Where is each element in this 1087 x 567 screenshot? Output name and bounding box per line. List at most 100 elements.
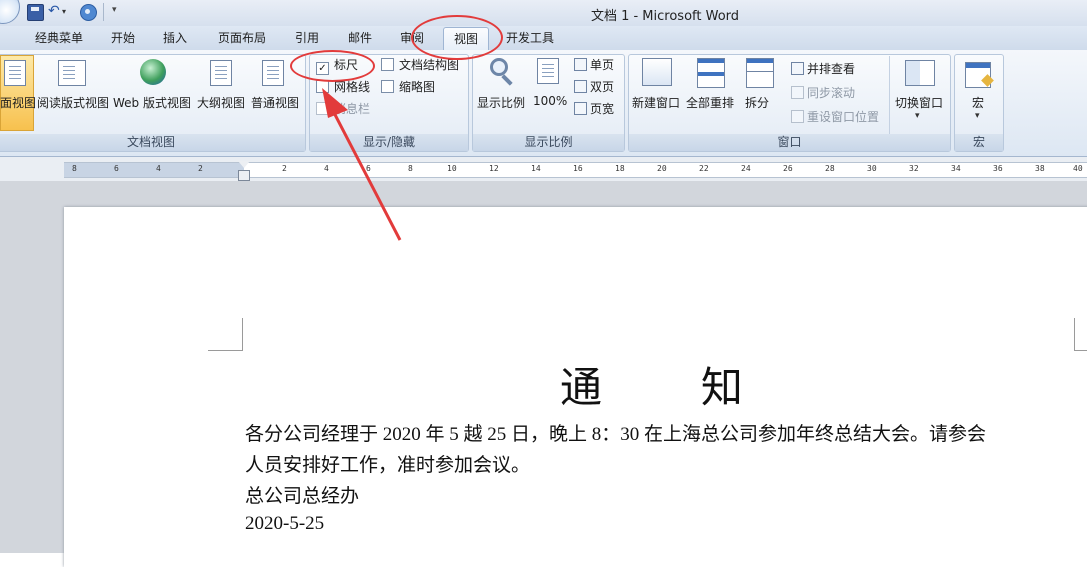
window-title: 文档 1 - Microsoft Word (590, 9, 740, 24)
reset-window-position-label: 重设窗口位置 (807, 110, 880, 124)
page-view-icon (4, 60, 26, 86)
ruler-left-margin (64, 163, 244, 177)
outline-icon (210, 60, 232, 86)
reset-window-position-button: 重设窗口位置 (791, 108, 879, 126)
one-page-label: 单页 (590, 58, 615, 72)
switch-windows-icon (905, 60, 935, 86)
title-char: 通 (560, 363, 603, 412)
arrow-shaft (328, 104, 402, 241)
ruler-tick: 30 (867, 164, 877, 173)
zoom-button[interactable]: 显示比例 (477, 94, 525, 111)
web-layout-icon (140, 59, 166, 85)
document-map-checkbox[interactable] (381, 58, 394, 71)
tab-developer[interactable]: 开发工具 (500, 29, 560, 48)
switch-windows-button[interactable]: 切换窗口 (895, 94, 943, 111)
split-button[interactable]: 拆分 (745, 94, 769, 111)
save-icon[interactable] (27, 4, 44, 21)
annotation-arrow-icon (322, 88, 402, 241)
title-bar: 文档 1 - Microsoft Word (0, 0, 1087, 27)
repeat-icon[interactable] (80, 4, 97, 21)
annotation-circle-view-tab (411, 15, 503, 60)
ruler-tick: 4 (156, 164, 161, 173)
ruler-tick: 28 (825, 164, 835, 173)
ruler-tick: 24 (741, 164, 751, 173)
document-title: 通知 (560, 354, 744, 415)
margin-corner-mark-left (208, 318, 243, 351)
draft-button[interactable]: 普通视图 (251, 94, 299, 111)
page-view-label: 面视图 (0, 96, 37, 110)
view-side-by-side-label: 并排查看 (807, 62, 856, 76)
undo-dropdown-icon[interactable]: ▾ (62, 7, 66, 16)
page-width-icon (574, 102, 587, 115)
view-side-by-side-button[interactable]: 并排查看 (791, 60, 855, 78)
date-text: 2020-5-25 (245, 513, 325, 534)
synchronous-scrolling-button: 同步滚动 (791, 84, 855, 102)
ruler-tick: 40 (1073, 164, 1083, 173)
new-window-button[interactable]: 新建窗口 (632, 94, 680, 111)
one-page-icon (574, 58, 587, 71)
ruler-tick: 22 (699, 164, 709, 173)
customize-quick-access-icon[interactable]: ▾ (112, 5, 117, 15)
tab-page-layout[interactable]: 页面布局 (212, 29, 272, 48)
tab-mailings[interactable]: 邮件 (340, 29, 380, 48)
signature-text: 总公司总经办 (245, 486, 360, 507)
ruler-tick: 8 (72, 164, 77, 173)
magnifier-icon (490, 58, 508, 76)
ruler-tick: 2 (282, 164, 287, 173)
group-label-zoom: 显示比例 (473, 134, 624, 151)
first-line-indent-marker[interactable] (238, 161, 250, 168)
group-label-window: 窗口 (629, 134, 950, 151)
document-map-checkbox-label: 文档结构图 (399, 58, 460, 72)
ruler-tick: 34 (951, 164, 961, 173)
web-layout-button[interactable]: Web 版式视图 (113, 94, 191, 111)
arrange-all-icon (697, 58, 725, 88)
ruler-tick: 2 (198, 164, 203, 173)
ruler-tick: 10 (447, 164, 457, 173)
toolbar-divider (103, 3, 104, 21)
switch-windows-dropdown-icon[interactable]: ▾ (915, 111, 920, 121)
title-char: 知 (700, 363, 744, 412)
arrange-all-button[interactable]: 全部重排 (686, 94, 734, 111)
tab-home[interactable]: 开始 (103, 29, 143, 48)
reading-layout-icon (58, 60, 86, 86)
body-text-line: 人员安排好工作，准时参加会议。 (245, 455, 531, 476)
ruler-tick: 36 (993, 164, 1003, 173)
annotation-circle-ruler (290, 50, 375, 82)
page-width-button[interactable]: 页宽 (574, 100, 614, 118)
margin-corner-mark-right (1074, 318, 1087, 351)
ruler-tick: 14 (531, 164, 541, 173)
draft-icon (262, 60, 284, 86)
new-window-icon (642, 58, 672, 86)
undo-icon[interactable]: ↶ (48, 4, 60, 19)
ruler-tick: 20 (657, 164, 667, 173)
ruler-tick: 26 (783, 164, 793, 173)
two-pages-icon (574, 80, 587, 93)
macros-dropdown-icon[interactable]: ▾ (975, 111, 980, 121)
tab-references[interactable]: 引用 (287, 29, 327, 48)
reset-position-icon (791, 110, 804, 123)
two-pages-button[interactable]: 双页 (574, 78, 614, 96)
arrow-head (322, 88, 348, 118)
hundred-percent-icon (537, 58, 559, 84)
group-label-macros: 宏 (955, 134, 1003, 151)
tab-classic-menu[interactable]: 经典菜单 (30, 29, 88, 48)
macros-button[interactable]: 宏 (972, 94, 984, 111)
group-label-document-views: 文档视图 (0, 134, 305, 151)
ruler-tick: 18 (615, 164, 625, 173)
side-by-side-icon (791, 62, 804, 75)
tab-insert[interactable]: 插入 (155, 29, 195, 48)
ruler-tick: 6 (114, 164, 119, 173)
ruler-tick: 32 (909, 164, 919, 173)
page-width-label: 页宽 (590, 102, 615, 116)
body-text-line: 各分公司经理于 2020 年 5 越 25 日，晚上 8：30 在上海总公司参加… (245, 424, 987, 445)
two-pages-label: 双页 (590, 80, 615, 94)
split-icon (746, 58, 774, 88)
hundred-percent-button[interactable]: 100% (533, 94, 567, 108)
ruler-tick: 38 (1035, 164, 1045, 173)
outline-button[interactable]: 大纲视图 (197, 94, 245, 111)
reading-layout-button[interactable]: 阅读版式视图 (37, 94, 109, 111)
synchronous-scrolling-label: 同步滚动 (807, 86, 856, 100)
sync-scroll-icon (791, 86, 804, 99)
left-indent-marker[interactable] (238, 170, 250, 181)
one-page-button[interactable]: 单页 (574, 56, 614, 74)
